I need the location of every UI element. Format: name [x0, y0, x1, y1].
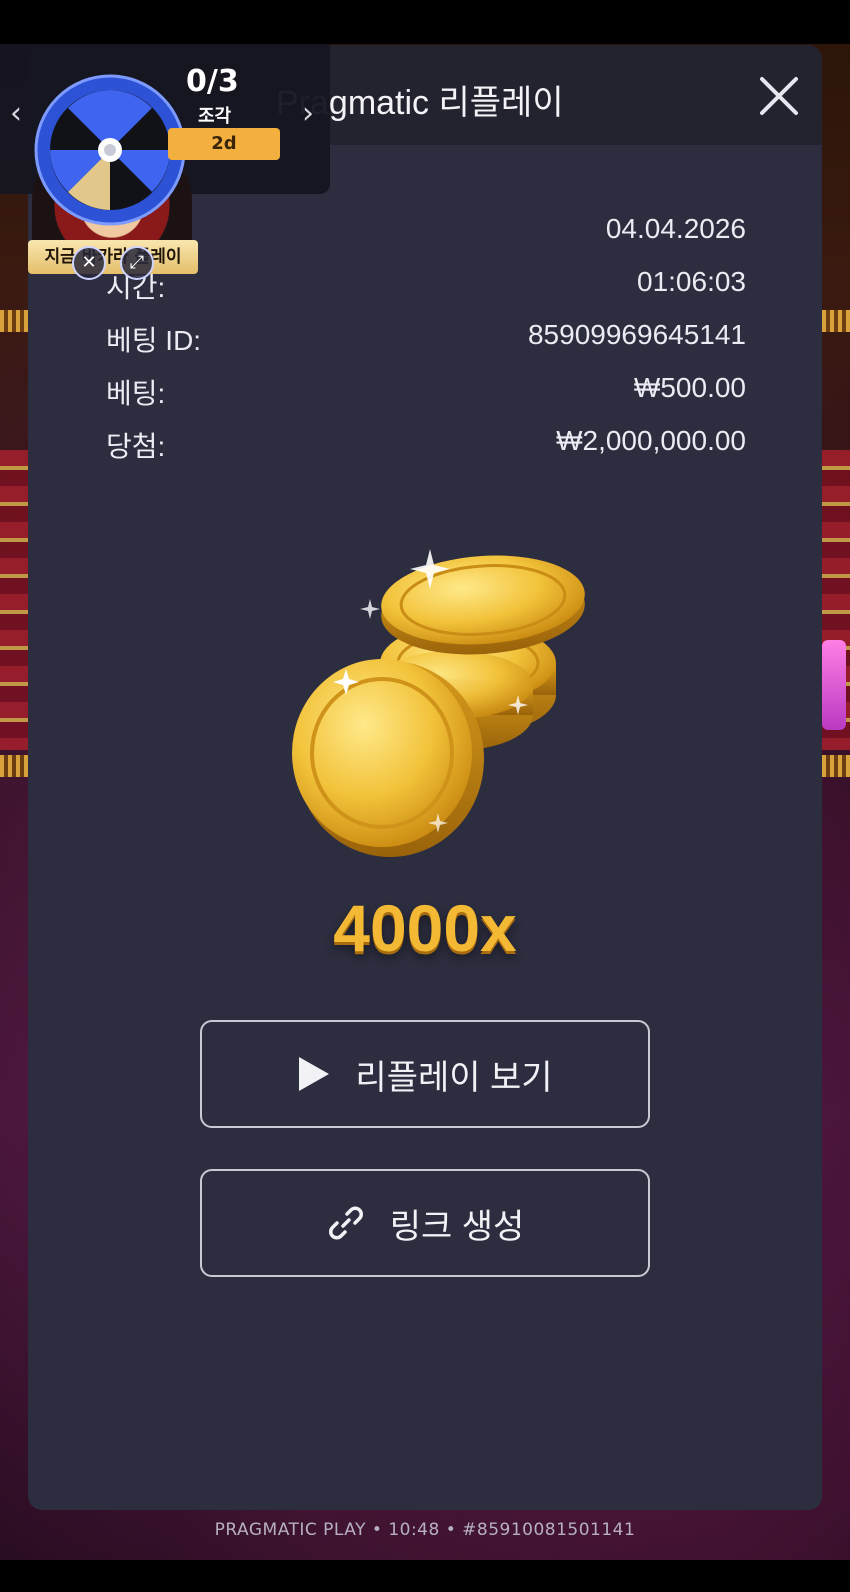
- days-badge: 2d: [168, 128, 280, 160]
- nav-bar: [0, 1560, 850, 1592]
- win-multiplier: 4000x: [333, 891, 517, 965]
- chevron-left-icon[interactable]: ‹: [10, 96, 22, 131]
- bet-value: ₩500.00: [633, 372, 746, 403]
- create-link-button[interactable]: 링크 생성: [200, 1169, 650, 1277]
- footer-info: PRAGMATIC PLAY • 10:48 • #85910081501141: [214, 1520, 636, 1540]
- win-label: 당첨:: [106, 431, 166, 462]
- gold-coins-icon: [292, 549, 585, 857]
- reel-symbol: [822, 640, 846, 730]
- status-bar: [0, 0, 850, 44]
- fragment-unit: 조각: [198, 106, 232, 127]
- close-button[interactable]: [758, 75, 800, 117]
- view-replay-label: 리플레이 보기: [355, 1058, 553, 1097]
- view-replay-button[interactable]: 리플레이 보기: [200, 1020, 650, 1128]
- frame-ornament: [0, 755, 28, 777]
- create-link-label: 링크 생성: [389, 1207, 525, 1246]
- fragment-count: 0/3: [186, 64, 239, 99]
- play-icon: [299, 1057, 330, 1091]
- chevron-right-icon[interactable]: ›: [302, 96, 314, 131]
- promo-banner[interactable]: 지금 바카라 플레이: [28, 240, 198, 274]
- time-value: 01:06:03: [637, 266, 746, 297]
- expand-icon[interactable]: ⤢: [120, 246, 154, 280]
- bet-id-label: 베팅 ID:: [106, 325, 202, 356]
- link-icon: [328, 1206, 363, 1240]
- frame-ornament: [822, 755, 850, 777]
- bet-label: 베팅:: [106, 378, 166, 409]
- close-icon: [760, 77, 798, 115]
- close-icon[interactable]: ✕: [72, 246, 106, 280]
- date-value: 04.04.2026: [605, 213, 746, 244]
- prize-wheel-icon[interactable]: [34, 74, 186, 226]
- bet-id-value: 85909969645141: [527, 319, 746, 350]
- win-value: ₩2,000,000.00: [556, 425, 746, 456]
- frame-ornament: [0, 310, 28, 332]
- frame-ornament: [822, 310, 850, 332]
